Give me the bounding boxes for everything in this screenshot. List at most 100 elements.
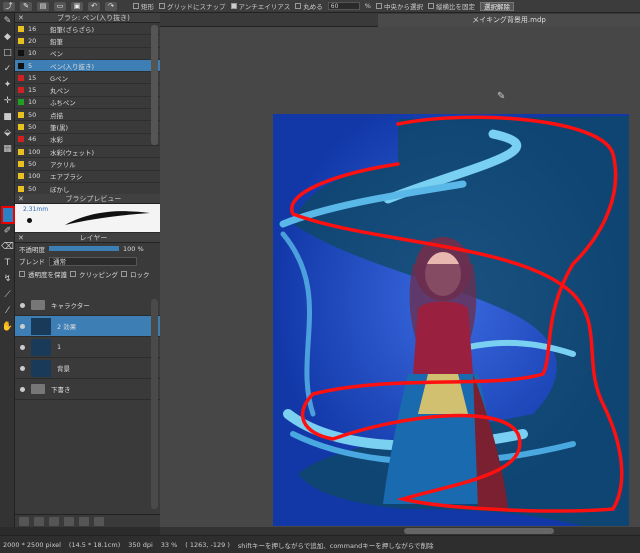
brush-panel: ✕ ブラシ: ペン(入り抜き) 16 鉛筆(ざらざら) 20 鉛筆 10 ペン 5 ペン(入り…	[15, 13, 160, 207]
brush-size: 100	[28, 147, 41, 156]
brush-item[interactable]: 20 鉛筆	[15, 35, 160, 48]
layer-row[interactable]: 背景	[15, 358, 160, 379]
artwork-canvas[interactable]	[273, 114, 629, 526]
brush-size: 50	[28, 110, 37, 119]
brush-color-swatch	[18, 87, 24, 94]
new-halftone-layer-icon[interactable]	[34, 516, 44, 526]
brush-size: 100	[28, 172, 41, 181]
brush-item[interactable]: 46 水彩	[15, 134, 160, 146]
canvas-size-label: 2000 * 2500 pixel	[3, 540, 61, 549]
brush-item[interactable]: 16 鉛筆(ざらざら)	[15, 23, 160, 36]
shape-option[interactable]: 矩形	[133, 1, 154, 11]
gradient-tool-icon[interactable]: ▦	[0, 141, 15, 157]
opacity-slider[interactable]	[49, 246, 119, 251]
visibility-icon[interactable]	[20, 344, 25, 350]
delete-layer-icon[interactable]	[94, 516, 104, 526]
brush-size: 15	[28, 73, 37, 82]
operation-tool-icon[interactable]: ↯	[0, 271, 15, 287]
round-value-input[interactable]: 60	[327, 2, 360, 10]
lock-checkbox[interactable]	[121, 270, 127, 277]
image-icon[interactable]: ▣	[71, 1, 83, 11]
visibility-icon[interactable]	[20, 302, 25, 308]
duplicate-layer-icon[interactable]	[49, 516, 59, 526]
grid-snap-option[interactable]: グリッドにスナップ	[159, 1, 226, 11]
layer-name: 下書き	[51, 386, 71, 394]
blend-select[interactable]: 通常	[49, 256, 137, 266]
save-icon[interactable]: ⤴	[3, 1, 15, 11]
tool-strip: ✎ ◆ □ ✓ ✦ ✛ ■ ⬙ ▦ ⁄ ✐ ⌫ T ↯ ⟋ ⁄ ✋	[0, 13, 15, 527]
center-select-option[interactable]: 中央から選択	[375, 1, 423, 11]
round-checkbox[interactable]	[295, 3, 302, 9]
brush-item[interactable]: 10 ペン	[15, 48, 160, 60]
brush-item[interactable]: 100 エアブラシ	[15, 171, 160, 183]
brush-item[interactable]: 15 Gペン	[15, 72, 160, 85]
move-tool-icon[interactable]: ✛	[0, 93, 15, 109]
brush-item[interactable]: 10 ふちペン	[15, 97, 160, 110]
percent-label: %	[364, 2, 371, 10]
new-layer-icon[interactable]	[19, 516, 29, 526]
shape-checkbox[interactable]	[133, 3, 139, 9]
undo-icon[interactable]: ↶	[88, 1, 100, 11]
fill-rect-tool-icon[interactable]: ■	[0, 109, 15, 125]
close-icon[interactable]: ✕	[18, 195, 24, 203]
brush-item[interactable]: 15 丸ペン	[15, 84, 160, 97]
bucket-tool-icon[interactable]: ⬙	[0, 125, 15, 141]
brush-icon[interactable]: ✎	[20, 1, 32, 11]
layer-panel: ✕ レイヤー 不透明度 100 % ブレンド 通常 透明度を保護 クリッピング …	[15, 233, 160, 527]
protect-checkbox[interactable]	[19, 270, 25, 277]
layer-row[interactable]: キャラクター	[15, 295, 160, 316]
eraser-tool-icon[interactable]: ◆	[0, 29, 15, 45]
new-folder-icon[interactable]	[64, 516, 74, 526]
close-icon[interactable]: ✕	[18, 14, 24, 22]
color-swatch-area[interactable]	[0, 157, 15, 207]
brush-item[interactable]: 5 ペン(入り抜き)	[15, 59, 160, 73]
brush-scrollbar[interactable]	[151, 25, 158, 145]
chat-icon[interactable]: ▭	[54, 1, 66, 11]
brush-item[interactable]: 100 水彩(ウェット)	[15, 146, 160, 159]
select-rect-tool-icon[interactable]: □	[0, 45, 15, 61]
keep-ratio-checkbox[interactable]	[427, 3, 434, 9]
brush-color-swatch	[18, 74, 24, 81]
folder-icon	[31, 384, 45, 394]
dropper-tool-icon[interactable]: ⁄	[0, 303, 15, 319]
visibility-icon[interactable]	[20, 323, 25, 329]
select-pen-tool-icon[interactable]: ✐	[0, 223, 15, 239]
redo-icon[interactable]: ↷	[105, 1, 117, 11]
layer-lock-row: 透明度を保護 クリッピング ロック	[15, 268, 160, 279]
brush-item[interactable]: 50 点描	[15, 109, 160, 122]
deselect-button[interactable]: 選択解除	[479, 1, 514, 11]
grid-snap-checkbox[interactable]	[159, 3, 165, 9]
antialias-option[interactable]: アンチエイリアス	[230, 1, 290, 11]
layer-icon[interactable]: ▤	[37, 1, 49, 11]
brush-tool-icon[interactable]: ✎	[0, 13, 15, 29]
antialias-checkbox[interactable]	[230, 3, 237, 9]
round-option[interactable]: 丸める	[295, 1, 323, 11]
current-color-swatch[interactable]	[1, 206, 15, 224]
document-tab[interactable]: メイキング背景用.mdp	[378, 14, 640, 27]
brush-size: 15	[28, 86, 37, 95]
visibility-icon[interactable]	[20, 386, 25, 392]
magic-wand-tool-icon[interactable]: ✦	[0, 77, 15, 93]
visibility-icon[interactable]	[20, 365, 25, 371]
layer-row[interactable]: 2 効果	[15, 316, 160, 337]
center-select-checkbox[interactable]	[375, 3, 382, 9]
brush-name: 鉛筆	[50, 37, 63, 46]
lasso-tool-icon[interactable]: ✓	[0, 61, 15, 77]
close-icon[interactable]: ✕	[18, 234, 24, 242]
brush-color-swatch	[18, 160, 24, 167]
keep-ratio-option[interactable]: 縦横比を固定	[427, 1, 475, 11]
brush-item[interactable]: 50 アクリル	[15, 158, 160, 171]
select-eraser-tool-icon[interactable]: ⌫	[0, 239, 15, 255]
hand-tool-icon[interactable]: ✋	[0, 319, 15, 335]
horizontal-scrollbar-thumb[interactable]	[404, 528, 554, 534]
layer-name: 2 効果	[57, 323, 77, 331]
merge-layer-icon[interactable]	[79, 516, 89, 526]
layer-scrollbar[interactable]	[151, 299, 158, 509]
layer-row[interactable]: 1	[15, 337, 160, 358]
text-tool-icon[interactable]: T	[0, 255, 15, 271]
layer-row[interactable]: 下書き	[15, 379, 160, 400]
opacity-row: 不透明度 100 %	[15, 243, 160, 254]
clipping-checkbox[interactable]	[70, 270, 76, 277]
brush-item[interactable]: 50 筆(黒)	[15, 121, 160, 134]
divide-tool-icon[interactable]: ⟋	[0, 287, 15, 303]
